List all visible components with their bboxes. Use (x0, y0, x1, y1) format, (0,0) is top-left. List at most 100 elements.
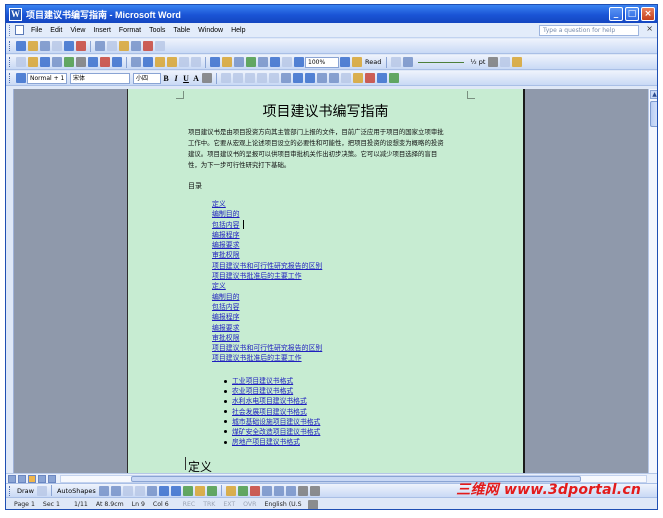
status-language[interactable]: English (U.S (264, 501, 301, 508)
close-document-icon[interactable]: × (646, 24, 653, 33)
3d-style-icon[interactable] (309, 485, 320, 496)
arrow-style-icon[interactable] (285, 485, 296, 496)
align-left-icon[interactable] (221, 73, 231, 83)
toc-link[interactable]: 编制目的 (212, 292, 322, 302)
format-link[interactable]: 农业项目建议书格式 (232, 387, 293, 395)
spelling-status-icon[interactable] (307, 499, 318, 509)
spelling-icon[interactable] (100, 57, 110, 67)
read-button[interactable]: Read (365, 58, 381, 66)
outside-border-icon[interactable] (341, 73, 351, 83)
select-objects-icon[interactable] (36, 485, 47, 496)
toolbar-grip[interactable] (9, 485, 12, 496)
menu-help[interactable]: Help (227, 27, 249, 34)
open-folder-icon[interactable] (28, 57, 38, 67)
line-color-icon[interactable] (237, 485, 248, 496)
paste-icon[interactable] (155, 57, 165, 67)
styles-icon[interactable] (16, 41, 26, 51)
character-border-button[interactable]: A (191, 74, 201, 83)
word-app-icon[interactable]: W (9, 7, 22, 21)
status-ext[interactable]: EXT (223, 501, 235, 508)
toc-link[interactable]: 编制目的 (212, 209, 322, 219)
format-painter-icon[interactable] (167, 57, 177, 67)
bold-button[interactable]: B (161, 74, 171, 83)
title-bar[interactable]: W 项目建议书编写指南 - Microsoft Word _ □ × (6, 5, 657, 23)
outline-view-icon[interactable] (38, 474, 46, 483)
highlight-icon[interactable] (28, 41, 38, 51)
menu-view[interactable]: View (66, 27, 89, 34)
outside-border-icon[interactable] (500, 57, 511, 67)
menu-file[interactable]: File (27, 27, 46, 34)
font-color-icon[interactable] (249, 485, 260, 496)
vertical-scrollbar[interactable]: ▲ (648, 89, 657, 473)
redo-icon[interactable] (191, 57, 201, 67)
help-icon[interactable] (340, 57, 350, 67)
minimize-button[interactable]: _ (609, 7, 623, 21)
toc-link[interactable]: 项目建议书和可行性研究报告的区别 (212, 261, 322, 271)
format-link[interactable]: 房地产项目建议书格式 (232, 438, 300, 446)
format-link[interactable]: 社会发展项目建议书格式 (232, 408, 307, 416)
character-shading-icon[interactable] (202, 73, 212, 83)
sort-icon[interactable] (64, 41, 74, 51)
research-icon[interactable] (112, 57, 122, 67)
columns-icon[interactable] (131, 41, 141, 51)
toc-link[interactable]: 包括内容 (212, 221, 240, 229)
print-preview-icon[interactable] (88, 57, 98, 67)
toc-link[interactable]: 审批权限 (212, 333, 322, 343)
autoshapes-button[interactable]: AutoShapes (57, 487, 96, 495)
menu-window[interactable]: Window (194, 27, 227, 34)
indent-icon[interactable] (52, 41, 62, 51)
align-center-icon[interactable] (233, 73, 243, 83)
format-link[interactable]: 煤矿安全改造项目建议书格式 (232, 428, 320, 436)
toc-link[interactable]: 定义 (212, 199, 322, 209)
align-right-icon[interactable] (245, 73, 255, 83)
scroll-up-icon[interactable]: ▲ (650, 90, 657, 99)
increase-indent-icon[interactable] (329, 73, 339, 83)
table-icon[interactable] (119, 41, 129, 51)
save-icon[interactable] (40, 57, 50, 67)
line-spacing-icon[interactable] (281, 73, 291, 83)
permission-icon[interactable] (52, 57, 62, 67)
print-icon[interactable] (76, 57, 86, 67)
toolbar-grip[interactable] (9, 41, 12, 51)
status-trk[interactable]: TRK (203, 501, 215, 508)
merge-icon[interactable] (95, 41, 105, 51)
italic-button[interactable]: I (171, 74, 181, 83)
normal-view-icon[interactable] (8, 474, 16, 483)
split-icon[interactable] (107, 41, 117, 51)
show-hide-icon[interactable] (294, 57, 304, 67)
picture-icon[interactable] (206, 485, 217, 496)
web-layout-icon[interactable] (18, 474, 26, 483)
status-rec[interactable]: REC (183, 501, 196, 508)
wordart-icon[interactable] (170, 485, 181, 496)
format-icon[interactable] (40, 41, 50, 51)
sort-desc-icon[interactable] (76, 41, 86, 51)
columns-icon[interactable] (258, 57, 268, 67)
line-style-icon[interactable] (261, 485, 272, 496)
menu-tools[interactable]: Tools (145, 27, 169, 34)
bullets-icon[interactable] (305, 73, 315, 83)
options-icon[interactable] (155, 41, 165, 51)
format-link[interactable]: 城市基础设施项目建议书格式 (232, 418, 320, 426)
underline-button[interactable]: U (181, 74, 191, 83)
menu-grip[interactable] (9, 24, 12, 36)
help-search-input[interactable]: Type a question for help (539, 25, 639, 36)
new-document-icon[interactable] (16, 57, 26, 67)
reading-view-icon[interactable] (48, 474, 56, 483)
format-link[interactable]: 水利水电项目建议书格式 (232, 397, 307, 405)
toc-link[interactable]: 编报程序 (212, 312, 322, 322)
document-map-icon[interactable] (282, 57, 292, 67)
oval-icon[interactable] (134, 485, 145, 496)
diagram-icon[interactable] (182, 485, 193, 496)
format-link[interactable]: 工业项目建议书格式 (232, 377, 293, 385)
toc-link[interactable]: 包括内容 (212, 302, 322, 312)
line-weight-select[interactable]: ½ pt (470, 58, 485, 66)
menu-format[interactable]: Format (115, 27, 145, 34)
zoom-select[interactable]: 100% (305, 56, 339, 68)
style-select[interactable]: Normal + 1 (27, 72, 67, 84)
toc-link[interactable]: 编报要求 (212, 240, 322, 250)
close-button[interactable]: × (641, 7, 655, 21)
line-preview[interactable] (418, 61, 465, 63)
scrollbar-thumb[interactable] (650, 101, 657, 127)
insert-table-icon[interactable] (234, 57, 244, 67)
read-icon[interactable] (352, 57, 362, 67)
